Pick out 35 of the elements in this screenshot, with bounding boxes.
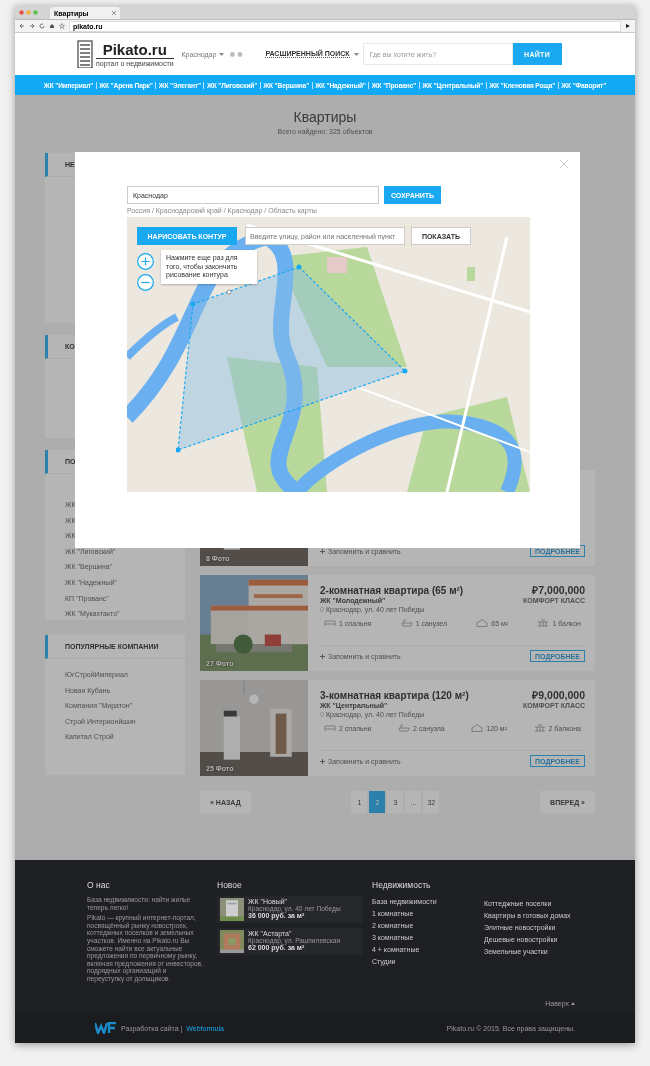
listing-title[interactable]: 3-комнатная квартира (120 м²) bbox=[320, 690, 469, 701]
bed-icon bbox=[324, 724, 336, 732]
social-icon[interactable] bbox=[230, 51, 244, 57]
reload-icon[interactable] bbox=[39, 23, 45, 29]
back-icon[interactable] bbox=[19, 23, 25, 29]
bathtub-icon bbox=[398, 724, 411, 732]
listing-price: ₽9,000,000 bbox=[532, 688, 585, 702]
home-icon[interactable] bbox=[49, 23, 55, 29]
house-icon bbox=[476, 619, 489, 627]
footer-heading: Новое bbox=[217, 880, 243, 890]
listing-title[interactable]: 2-комнатная квартира (65 м²) bbox=[320, 585, 464, 596]
logo-text[interactable]: Pikato.ru bbox=[102, 41, 167, 58]
caret-icon bbox=[353, 52, 359, 56]
up-arrow-icon bbox=[571, 1002, 575, 1005]
bed-icon bbox=[324, 619, 336, 627]
window-buttons-icon[interactable] bbox=[19, 9, 39, 15]
close-icon[interactable] bbox=[560, 160, 568, 168]
railing-icon bbox=[533, 724, 546, 732]
plus-icon bbox=[320, 758, 325, 764]
railing-icon bbox=[537, 619, 550, 627]
page-title: Квартиры bbox=[292, 109, 358, 125]
developer-logo-icon[interactable] bbox=[95, 1022, 117, 1034]
plus-icon bbox=[320, 548, 325, 554]
listing-price: ₽7,000,000 bbox=[532, 583, 585, 597]
caret-icon bbox=[219, 52, 225, 56]
building-icon[interactable] bbox=[77, 40, 93, 68]
house-icon bbox=[471, 724, 484, 732]
forward-icon[interactable] bbox=[29, 23, 35, 29]
bathtub-icon bbox=[400, 619, 413, 627]
star-icon[interactable] bbox=[59, 23, 65, 29]
plus-icon bbox=[320, 653, 325, 659]
play-icon[interactable] bbox=[625, 23, 631, 29]
footer-heading: Недвижимость bbox=[372, 880, 432, 890]
footer-heading: О нас bbox=[87, 880, 111, 890]
tab-close-icon[interactable] bbox=[112, 11, 116, 15]
